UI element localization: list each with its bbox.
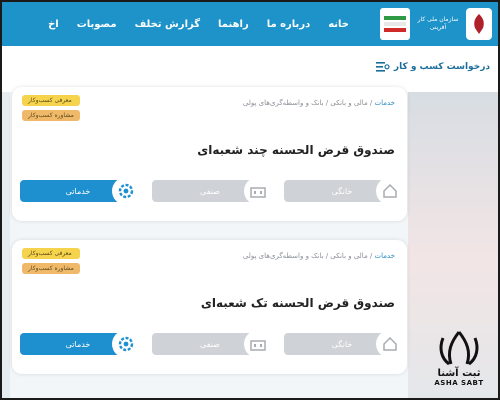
choice-guild[interactable]: صنفی xyxy=(152,177,272,205)
choice-home[interactable]: خانگی xyxy=(284,330,404,358)
emblem-icon xyxy=(466,8,492,40)
crumb-bank[interactable]: بانک و واسطه‌گری‌های پولی xyxy=(243,99,324,107)
card-breadcrumb: خدمات / مالی و بانکی / بانک و واسطه‌گری‌… xyxy=(242,99,395,107)
request-label: درخواست کسب و کار xyxy=(393,62,490,72)
nav-item-more[interactable]: اخ xyxy=(39,19,68,30)
factory-icon xyxy=(244,330,272,358)
choice-guild[interactable]: صنفی xyxy=(152,330,272,358)
crumb-bank[interactable]: بانک و واسطه‌گری‌های پولی xyxy=(243,252,324,260)
choice-home-label: خانگی xyxy=(331,339,353,349)
nav-item-report[interactable]: گزارش تخلف xyxy=(126,19,209,30)
card-breadcrumb: خدمات / مالی و بانکی / بانک و واسطه‌گری‌… xyxy=(242,252,395,260)
category-choices: خدماتی صنفی خانگی xyxy=(20,330,404,358)
home-icon xyxy=(376,330,404,358)
badge-consulting: مشاوره کسب‌وکار xyxy=(22,263,80,274)
business-card[interactable]: خدمات / مالی و بانکی / بانک و واسطه‌گری‌… xyxy=(12,87,407,221)
watermark-emblem-icon xyxy=(439,331,479,366)
choice-services-label: خدماتی xyxy=(65,339,91,349)
gear-icon xyxy=(112,330,140,358)
choice-services-label: خدماتی xyxy=(65,186,91,196)
logo-text: سازمان ملی کار آفرینی xyxy=(417,16,459,31)
factory-icon xyxy=(244,177,272,205)
badge-introduction: معرفی کسب‌وکار xyxy=(22,248,80,259)
card-badges: معرفی کسب‌وکار مشاوره کسب‌وکار xyxy=(22,248,80,274)
card-badges: معرفی کسب‌وکار مشاوره کسب‌وکار xyxy=(22,95,80,121)
business-card[interactable]: خدمات / مالی و بانکی / بانک و واسطه‌گری‌… xyxy=(12,240,407,374)
nav-item-approvals[interactable]: مصوبات xyxy=(68,19,126,30)
nav-item-guide[interactable]: راهنما xyxy=(209,19,258,30)
card-title[interactable]: صندوق قرض الحسنه تک شعبه‌ای xyxy=(201,296,395,310)
nav-item-home[interactable]: خانه xyxy=(319,19,358,30)
nav-item-about[interactable]: درباره ما xyxy=(258,19,320,30)
home-icon xyxy=(376,177,404,205)
crumb-services[interactable]: خدمات xyxy=(375,252,395,260)
request-link[interactable]: درخواست کسب و کار xyxy=(375,62,490,72)
request-bar: درخواست کسب و کار xyxy=(2,46,498,92)
category-choices: خدماتی صنفی خانگی xyxy=(20,177,404,205)
logo-area[interactable]: سازمان ملی کار آفرینی xyxy=(380,5,492,43)
choice-services[interactable]: خدماتی xyxy=(20,330,140,358)
filter-list-icon xyxy=(375,62,390,72)
gear-icon xyxy=(112,177,140,205)
badge-introduction: معرفی کسب‌وکار xyxy=(22,95,80,106)
top-navbar: سازمان ملی کار آفرینی خانه درباره ما راه… xyxy=(2,2,498,46)
crumb-finance[interactable]: مالی و بانکی xyxy=(330,252,367,260)
left-edge-strip xyxy=(2,92,10,398)
crumb-finance[interactable]: مالی و بانکی xyxy=(330,99,367,107)
watermark-text-en: ASHA SABT xyxy=(434,379,484,387)
watermark-text-fa: ثبت آشنا xyxy=(437,368,481,379)
choice-services[interactable]: خدماتی xyxy=(20,177,140,205)
badge-consulting: مشاوره کسب‌وکار xyxy=(22,110,80,121)
screenshot-frame: سازمان ملی کار آفرینی خانه درباره ما راه… xyxy=(0,0,500,400)
choice-guild-label: صنفی xyxy=(200,186,220,196)
watermark-logo: ثبت آشنا ASHA SABT xyxy=(424,328,494,394)
choice-guild-label: صنفی xyxy=(200,339,220,349)
crumb-services[interactable]: خدمات xyxy=(375,99,395,107)
nav-menu: خانه درباره ما راهنما گزارش تخلف مصوبات … xyxy=(39,2,358,46)
choice-home[interactable]: خانگی xyxy=(284,177,404,205)
card-title[interactable]: صندوق قرض الحسنه چند شعبه‌ای xyxy=(197,143,395,157)
choice-home-label: خانگی xyxy=(331,186,353,196)
flag-logo-icon xyxy=(380,8,410,40)
